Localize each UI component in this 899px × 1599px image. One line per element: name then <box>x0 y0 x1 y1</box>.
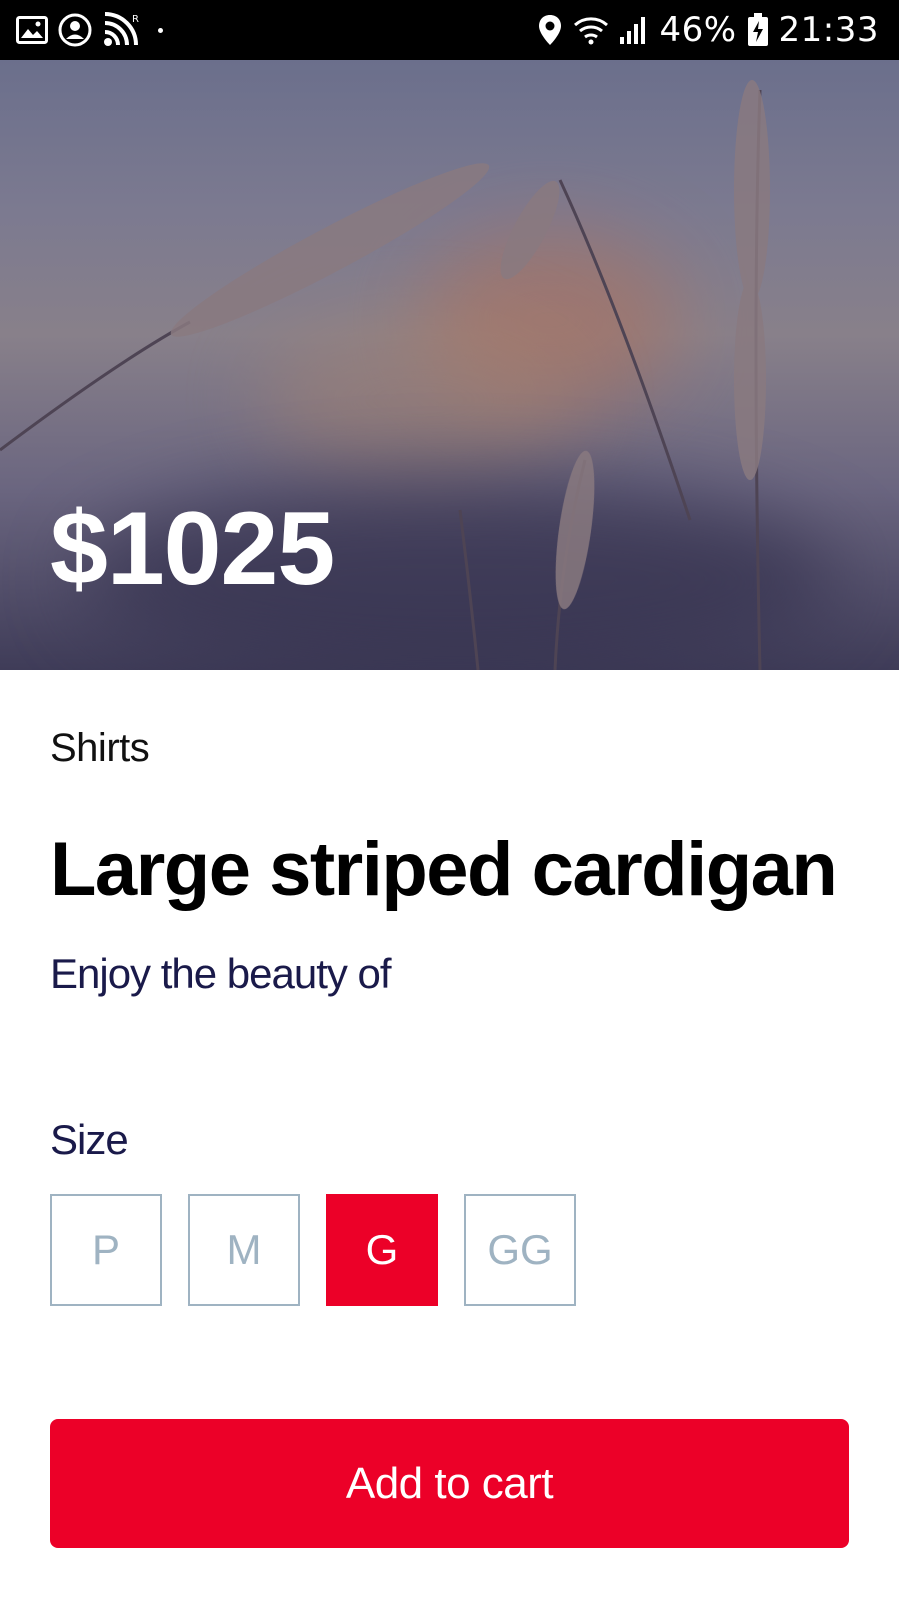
product-hero-image: $1025 <box>0 60 899 670</box>
location-icon <box>537 14 563 46</box>
size-label: Size <box>50 1116 129 1163</box>
product-title: Large striped cardigan <box>50 827 838 912</box>
size-option-m[interactable]: M <box>188 1194 300 1306</box>
svg-text:R: R <box>132 14 139 25</box>
wifi-icon <box>573 15 609 45</box>
battery-charging-icon <box>747 13 769 47</box>
signal-icon <box>619 15 649 45</box>
add-to-cart-label: Add to cart <box>345 1458 554 1508</box>
cast-icon: R <box>102 12 142 48</box>
status-bar-left: R <box>16 12 163 48</box>
status-bar-right: 46% 21:33 <box>537 10 879 50</box>
product-price: $1025 <box>50 491 335 607</box>
size-option-p[interactable]: P <box>50 1194 162 1306</box>
size-option-gg[interactable]: GG <box>464 1194 576 1306</box>
clock: 21:33 <box>778 10 879 50</box>
product-description: Enjoy the beauty of <box>50 950 392 997</box>
status-bar: R 46% 21:33 <box>0 0 899 60</box>
product-category: Shirts <box>50 726 150 770</box>
add-to-cart-button[interactable]: Add to cart <box>50 1419 849 1548</box>
size-selector: P M G GG <box>50 1194 576 1306</box>
battery-percentage: 46% <box>659 10 737 50</box>
size-option-g[interactable]: G <box>326 1194 438 1306</box>
account-icon <box>58 13 92 47</box>
image-icon <box>16 16 48 44</box>
notification-dot-icon <box>158 27 163 33</box>
